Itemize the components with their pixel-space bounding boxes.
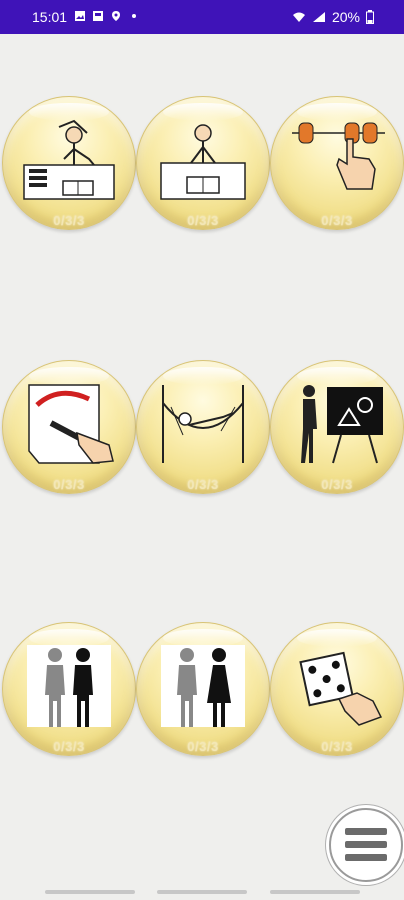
couple-icon [161, 645, 245, 727]
painting-icon [28, 384, 114, 464]
activity-score: 0/3/3 [321, 213, 353, 228]
battery-percentage: 20% [331, 9, 360, 25]
activity-counting-beads[interactable]: 0/3/3 [270, 96, 404, 230]
teacher-blackboard-icon [301, 385, 383, 464]
battery-icon [366, 10, 374, 24]
activity-score: 0/3/3 [321, 477, 353, 492]
activity-resting-hammock[interactable]: 0/3/3 [136, 360, 270, 494]
activity-couple[interactable]: 0/3/3 [136, 622, 270, 756]
menu-button[interactable] [329, 808, 403, 882]
activity-painting[interactable]: 0/3/3 [2, 360, 136, 494]
status-icons-right: 20% [292, 9, 374, 25]
activity-reading-at-desk[interactable]: 0/3/3 [136, 96, 270, 230]
signal-icon [312, 12, 325, 22]
nav-indicator-right[interactable] [270, 890, 360, 894]
gallery-icon [93, 11, 103, 21]
nav-indicator-center[interactable] [157, 890, 247, 894]
activity-score: 0/3/3 [53, 477, 85, 492]
activity-score: 0/3/3 [187, 739, 219, 754]
activity-score: 0/3/3 [321, 739, 353, 754]
location-icon [112, 11, 120, 21]
hammock-icon [162, 385, 244, 463]
reading-at-desk-icon [160, 124, 246, 200]
image-icon [75, 11, 85, 21]
activity-score: 0/3/3 [187, 477, 219, 492]
status-icons-left [74, 10, 136, 22]
activity-score: 0/3/3 [53, 213, 85, 228]
nav-indicator-left[interactable] [45, 890, 135, 894]
activity-score: 0/3/3 [187, 213, 219, 228]
dice-icon [299, 651, 383, 726]
activity-dice[interactable]: 0/3/3 [270, 622, 404, 756]
activity-two-people[interactable]: 0/3/3 [2, 622, 136, 756]
activity-score: 0/3/3 [53, 739, 85, 754]
notification-dot [132, 14, 136, 18]
activity-teacher-blackboard[interactable]: 0/3/3 [270, 360, 404, 494]
status-bar: 15:01 20% [0, 0, 404, 34]
status-time: 15:01 [32, 9, 68, 25]
counting-beads-icon [292, 122, 385, 190]
wifi-icon [292, 12, 305, 22]
writing-at-desk-icon [23, 119, 115, 200]
activity-writing-at-desk[interactable]: 0/3/3 [2, 96, 136, 230]
two-people-icon [27, 645, 111, 727]
hamburger-menu-icon [345, 828, 387, 861]
gesture-nav-bar [0, 886, 404, 900]
